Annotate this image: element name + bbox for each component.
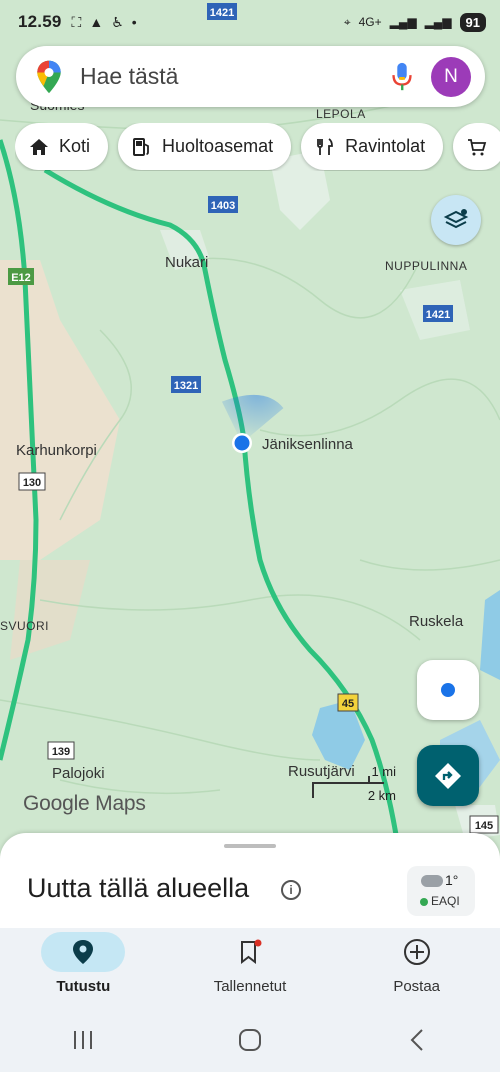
location-icon: ⌖ [343,14,351,29]
chip-shopping[interactable] [453,123,500,170]
gas-station-icon [133,137,149,156]
my-location-icon [441,683,455,697]
status-bar: 12.59 ⛶ ▲ ♿ • ⌖ 4G+ ▂▄▆ ▂▄▆ 91 [0,0,500,44]
bookmark-icon [241,939,262,965]
bottom-sheet[interactable]: Uutta tällä alueella i 1° EAQI [0,833,500,928]
svg-text:139: 139 [52,746,70,758]
status-time: 12.59 [18,12,62,31]
sheet-title: Uutta tällä alueella [27,873,250,903]
shopping-cart-icon [468,138,487,155]
svg-text:1403: 1403 [211,200,235,212]
chip-label: Huoltoasemat [162,136,274,156]
nav-explore[interactable]: Tutustu [0,928,167,1008]
layers-button[interactable] [431,195,481,245]
signal-icon: ▂▄▆ [389,15,417,29]
svg-text:45: 45 [342,698,354,710]
status-notification-icons: ⛶ ▲ ♿ • [72,14,137,31]
nav-label: Tallennetut [213,978,287,995]
svg-text:Palojoki: Palojoki [52,765,105,782]
screenshot-icon: ⛶ [71,13,82,30]
status-right: ⌖ 4G+ ▂▄▆ ▂▄▆ 91 [343,12,486,32]
microphone-icon[interactable] [389,61,415,93]
directions-button[interactable] [417,745,479,806]
svg-text:130: 130 [23,477,41,489]
chip-restaurants[interactable]: Ravintolat [301,123,444,170]
signal-icon-2: ▂▄▆ [424,15,452,29]
svg-text:LEPOLA: LEPOLA [316,107,366,121]
explore-pin-icon [73,940,94,964]
info-icon[interactable]: i [281,880,301,900]
nav-saved[interactable]: Tallennetut [167,928,334,1008]
svg-text:145: 145 [475,820,493,832]
weather-temp: 1° [445,872,459,888]
svg-text:SVUORI: SVUORI [0,619,49,633]
network-type: 4G+ [358,15,382,29]
cloud-icon [421,875,443,887]
nav-label: Postaa [393,978,441,995]
layers-icon [443,209,469,229]
svg-text:Karhunkorpi: Karhunkorpi [16,442,97,459]
chip-gas-stations[interactable]: Huoltoasemat [118,123,292,170]
svg-text:Jäniksenlinna: Jäniksenlinna [262,436,354,453]
svg-text:1321: 1321 [174,380,198,392]
svg-text:NUPPULINNA: NUPPULINNA [385,259,467,273]
svg-text:Nukari: Nukari [165,254,208,271]
search-bar[interactable]: Hae tästä N [16,46,485,107]
nav-label: Tutustu [56,978,111,995]
add-circle-icon [403,939,430,965]
chip-label: Koti [59,136,91,156]
avatar[interactable]: N [431,56,471,97]
search-input[interactable]: Hae tästä [80,63,389,90]
accessibility-icon: ♿ [111,13,124,30]
weather-aqi: EAQI [431,894,460,908]
google-maps-logo: Google Maps [23,792,146,815]
warning-icon: ▲ [89,14,104,30]
nav-contribute[interactable]: Postaa [333,928,500,1008]
category-chips: Koti Huoltoasemat Ravintolat [15,123,500,171]
recent-apps-icon[interactable] [63,1025,103,1055]
air-quality-dot-icon [420,898,428,906]
google-maps-pin-icon [37,60,61,93]
bottom-navigation: Tutustu Tallennetut Postaa [0,928,500,1008]
dot-icon: • [131,14,137,30]
svg-text:Ruskela: Ruskela [409,613,464,630]
system-navigation [0,1008,500,1072]
restaurant-icon [317,137,333,155]
my-location-button[interactable] [417,660,479,720]
sheet-drag-handle[interactable] [224,844,276,848]
chip-home[interactable]: Koti [15,123,109,170]
scale-miles: 1 mi [371,764,396,779]
map-scale: 1 mi 2 km [286,762,398,803]
home-button-icon[interactable] [230,1025,270,1055]
home-icon [30,138,48,155]
battery-level: 91 [459,12,486,32]
weather-chip[interactable]: 1° EAQI [407,866,475,916]
scale-km: 2 km [367,788,396,803]
svg-text:1421: 1421 [426,309,450,321]
back-icon[interactable] [397,1025,437,1055]
svg-text:E12: E12 [11,272,31,284]
chip-label: Ravintolat [345,136,426,156]
directions-icon [435,762,461,789]
